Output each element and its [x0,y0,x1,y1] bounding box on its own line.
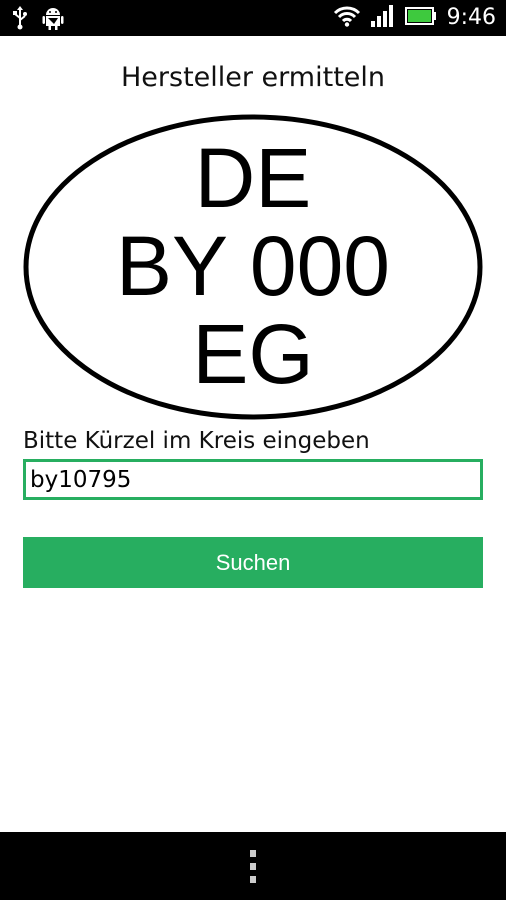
battery-icon [404,6,437,31]
usb-icon [12,6,28,35]
screen: 9:46 Hersteller ermitteln DE BY 000 EG B… [0,0,506,900]
plate-union-code: EG [192,307,314,401]
identification-mark: DE BY 000 EG [23,114,483,420]
plate-country-code: DE [194,131,312,225]
status-notifications [12,6,64,35]
search-button[interactable]: Suchen [23,537,483,588]
signal-icon [370,4,395,32]
status-system: 9:46 [333,4,496,32]
page-title: Hersteller ermitteln [120,62,385,93]
code-input[interactable] [23,459,483,500]
wifi-icon [333,5,361,32]
plate-approval-number: BY 000 [115,219,391,313]
status-bar: 9:46 [0,0,506,36]
status-clock: 9:46 [446,5,496,30]
navigation-bar [0,832,506,900]
code-input-label: Bitte Kürzel im Kreis eingeben [23,428,370,454]
menu-dots-icon[interactable] [247,850,259,884]
android-debug-icon [42,6,64,35]
